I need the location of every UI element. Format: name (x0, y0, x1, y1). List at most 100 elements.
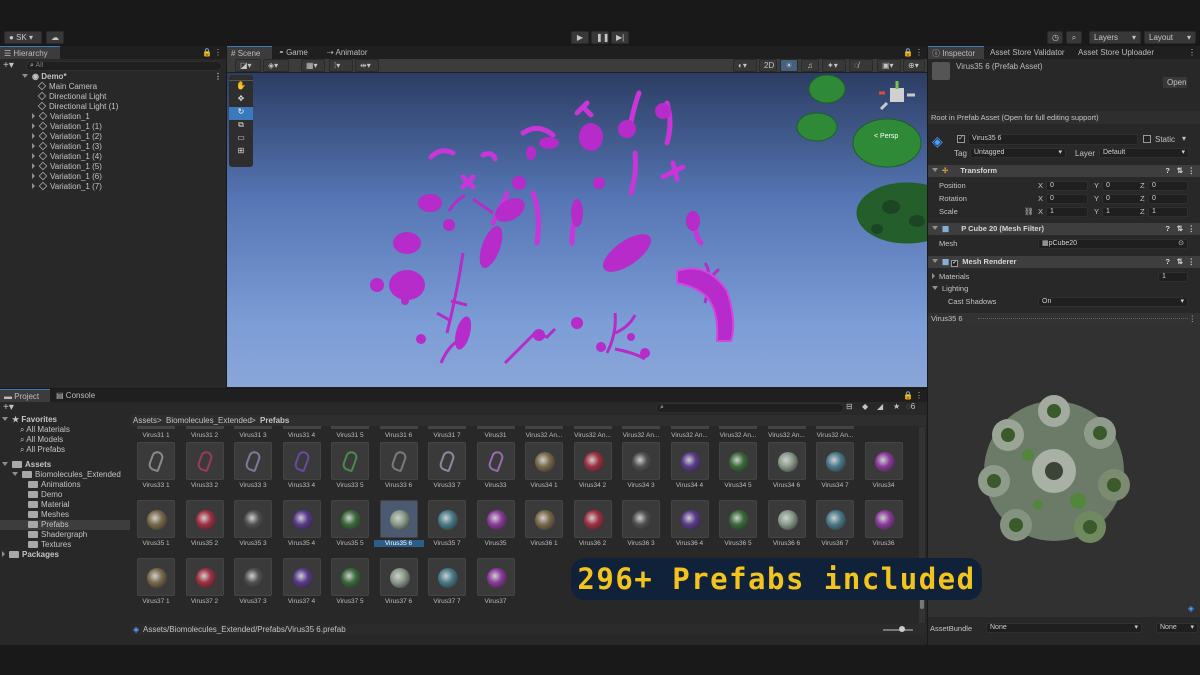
asset-thumbnail[interactable] (670, 500, 709, 538)
tab-scene[interactable]: # Scene (227, 46, 272, 59)
asset-label[interactable]: Virus37 1 (131, 598, 181, 605)
asset-label[interactable]: Virus36 3 (616, 540, 666, 547)
static-checkbox[interactable] (1143, 135, 1151, 143)
asset-label[interactable]: Virus33 6 (374, 482, 424, 489)
asset-thumbnail[interactable] (622, 442, 660, 480)
asset-thumbnail[interactable] (379, 442, 418, 480)
layers-dropdown[interactable]: Layers ▾ (1089, 31, 1141, 44)
tab-inspector[interactable]: ⓘ Inspector (928, 46, 984, 59)
layout-dropdown[interactable]: Layout ▾ (1144, 31, 1196, 44)
asset-label[interactable]: Virus31 6 (374, 432, 424, 439)
scale-z-field[interactable]: 1 (1148, 207, 1188, 217)
asset-label[interactable]: Virus31 2 (180, 432, 230, 439)
step-button[interactable]: ▶| (611, 31, 629, 44)
asset-label[interactable]: Virus31 (471, 432, 521, 439)
create-button[interactable]: +▾ (3, 402, 14, 413)
hierarchy-item[interactable]: Variation_1 (3) (0, 141, 226, 152)
asset-thumbnail[interactable] (476, 558, 515, 596)
lock-icon[interactable]: 🔒 (903, 391, 913, 400)
camera-button[interactable]: ▣▾ (877, 59, 901, 72)
lock-icon[interactable]: 🔒 (903, 48, 913, 57)
asset-label[interactable]: Virus31 5 (325, 432, 375, 439)
cast-shadows-dropdown[interactable]: On ▾ (1038, 297, 1188, 307)
asset-label[interactable]: Virus32 An... (568, 432, 618, 439)
chevron-down-icon[interactable]: ▾ (1182, 134, 1186, 143)
scale-y-field[interactable]: 1 (1102, 207, 1144, 217)
menu-icon[interactable]: ⋮ (1188, 223, 1196, 235)
asset-label[interactable]: Virus35 4 (277, 540, 327, 547)
asset-label[interactable]: Virus36 4 (665, 540, 715, 547)
asset-thumbnail[interactable] (282, 500, 321, 538)
audio-toggle[interactable]: ♫ (801, 59, 819, 72)
asset-thumbnail[interactable] (476, 442, 515, 480)
name-field[interactable]: Virus35 6 (968, 134, 1138, 145)
gizmos-button[interactable]: ⊕▾ (903, 59, 925, 72)
folder-item-selected[interactable]: Prefabs (0, 520, 130, 530)
scene-viewport[interactable]: < Persp ✋ ✥ ↻ ⧉ ▭ ⊞ (227, 73, 927, 387)
packages-folder[interactable]: Packages (0, 550, 130, 560)
asset-thumbnail[interactable] (719, 500, 757, 538)
shading-button[interactable]: ◐▾ (733, 59, 757, 72)
menu-icon[interactable]: ⋮ (1188, 165, 1196, 177)
mesh-filter-component[interactable]: ▦ P Cube 20 (Mesh Filter) ? ⇅ ⋮ (928, 223, 1200, 235)
link-icon[interactable]: ⛓ (1024, 206, 1034, 218)
asset-label[interactable]: Virus37 5 (325, 598, 375, 605)
asset-thumbnail[interactable] (864, 442, 903, 480)
asset-label[interactable]: Virus31 1 (131, 432, 181, 439)
label-icon[interactable]: ◢ (877, 402, 883, 411)
asset-thumbnail[interactable] (476, 500, 515, 538)
rotation-y-field[interactable]: 0 (1102, 194, 1144, 204)
breadcrumb-item[interactable]: Biomolecules_Extended (166, 416, 252, 425)
effects-button[interactable]: ✦▾ (822, 59, 846, 72)
menu-icon[interactable]: ⋮ (214, 72, 222, 82)
asset-label[interactable]: Virus37 6 (374, 598, 424, 605)
materials-row[interactable]: Materials 1 (928, 271, 1200, 283)
tab-game[interactable]: ◓ Game (275, 46, 317, 59)
asset-label[interactable]: Virus34 2 (568, 482, 618, 489)
asset-label[interactable]: Virus36 7 (810, 540, 860, 547)
tab-asset-store-validator[interactable]: Asset Store Validator (986, 46, 1074, 59)
asset-label[interactable]: Virus36 2 (568, 540, 618, 547)
asset-thumbnail[interactable] (137, 500, 175, 538)
rotation-z-field[interactable]: 0 (1148, 194, 1188, 204)
asset-label[interactable]: Virus36 6 (762, 540, 812, 547)
asset-label[interactable]: Virus33 5 (325, 482, 375, 489)
asset-label[interactable]: Virus34 3 (616, 482, 666, 489)
position-x-field[interactable]: 0 (1046, 181, 1088, 191)
hierarchy-item[interactable]: Variation_1 (7) (0, 181, 226, 192)
asset-label[interactable]: Virus33 7 (422, 482, 472, 489)
position-y-field[interactable]: 0 (1102, 181, 1144, 191)
account-dropdown[interactable]: ● SK ▾ (4, 31, 42, 44)
menu-icon[interactable]: ⋮ (214, 48, 222, 57)
asset-thumbnail[interactable] (137, 558, 175, 596)
hierarchy-search-input[interactable]: ⌕ All (26, 61, 222, 71)
asset-thumbnail[interactable] (282, 442, 321, 480)
pivot-button[interactable]: ◈▾ (263, 59, 289, 72)
position-z-field[interactable]: 0 (1148, 181, 1188, 191)
visibility-button[interactable]: ◌̸ (849, 59, 873, 72)
asset-label[interactable]: Virus36 5 (713, 540, 763, 547)
folder-item[interactable]: Animations (0, 480, 130, 490)
hierarchy-item[interactable]: Directional Light (1) (0, 101, 226, 112)
move-tool-icon[interactable]: ✥ (229, 94, 253, 107)
tab-project[interactable]: ▬ Project (0, 389, 50, 402)
hierarchy-item[interactable]: Main Camera (0, 81, 226, 92)
asset-label[interactable]: Virus34 5 (713, 482, 763, 489)
rotate-tool-icon[interactable]: ↻ (229, 107, 253, 120)
folder-item[interactable]: Material (0, 500, 130, 510)
asset-thumbnail[interactable] (185, 442, 224, 480)
scene-root[interactable]: ◉ Demo* ⋮ (0, 72, 226, 82)
favorite-item[interactable]: ⌕ All Materials (0, 425, 130, 435)
asset-label[interactable]: Virus37 2 (180, 598, 230, 605)
project-search-input[interactable]: ⌕ (656, 403, 844, 413)
favorite-item[interactable]: ⌕ All Prefabs (0, 445, 130, 455)
folder-item[interactable]: Textures (0, 540, 130, 550)
hierarchy-item[interactable]: Variation_1 (2) (0, 131, 226, 142)
asset-thumbnail[interactable] (282, 558, 321, 596)
transform-tool-icon[interactable]: ⊞ (229, 146, 253, 159)
orientation-gizmo[interactable] (879, 81, 915, 111)
2d-toggle[interactable]: 2D (759, 59, 777, 72)
asset-thumbnail[interactable] (816, 500, 854, 538)
folder-item[interactable]: Meshes (0, 510, 130, 520)
asset-thumbnail[interactable] (331, 558, 369, 596)
